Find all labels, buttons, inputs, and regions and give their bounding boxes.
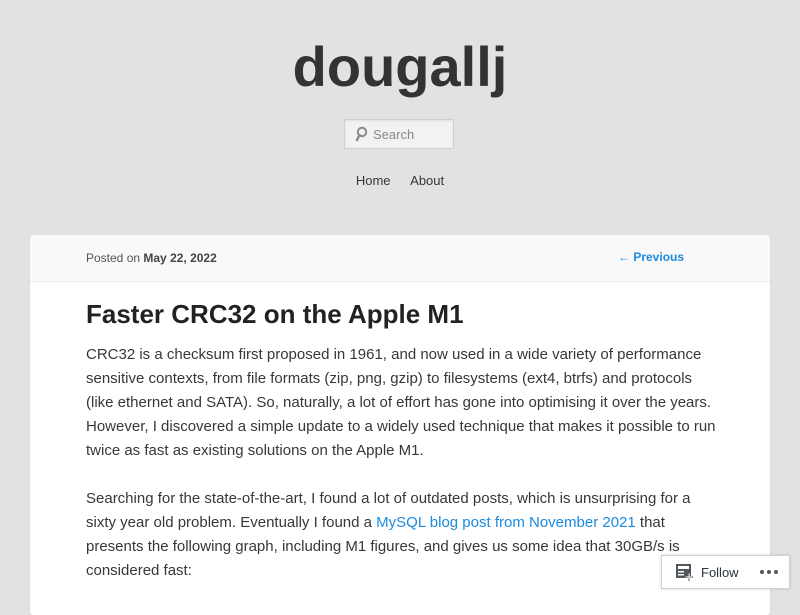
site-header: dougallj Home About bbox=[0, 0, 800, 230]
ellipsis-icon bbox=[760, 570, 778, 574]
nav-item-home[interactable]: Home bbox=[356, 173, 391, 188]
site-title[interactable]: dougallj bbox=[0, 32, 800, 102]
post-card: Posted on May 22, 2022 ← Previous Faster… bbox=[30, 235, 770, 615]
posted-on: Posted on May 22, 2022 bbox=[86, 251, 217, 265]
previous-post-link[interactable]: ← Previous bbox=[618, 250, 684, 264]
post-meta-bar: Posted on May 22, 2022 ← Previous bbox=[30, 235, 770, 282]
reader-follow-icon bbox=[676, 564, 694, 581]
main-nav: Home About bbox=[0, 173, 800, 188]
follow-button[interactable]: Follow bbox=[662, 556, 739, 588]
post-date-link[interactable]: May 22, 2022 bbox=[143, 251, 216, 265]
mysql-blog-post-link[interactable]: MySQL blog post from November 2021 bbox=[376, 514, 636, 531]
posted-on-prefix: Posted on bbox=[86, 251, 141, 265]
post-body: CRC32 is a checksum first proposed in 19… bbox=[86, 343, 716, 607]
search-input[interactable] bbox=[373, 126, 449, 142]
search-icon bbox=[355, 126, 368, 142]
follow-label: Follow bbox=[701, 564, 739, 580]
nav-item-about[interactable]: About bbox=[410, 173, 444, 188]
follow-widget: Follow bbox=[661, 555, 790, 589]
post-title: Faster CRC32 on the Apple M1 bbox=[86, 299, 464, 329]
search-box[interactable] bbox=[344, 119, 454, 149]
more-options-button[interactable] bbox=[759, 569, 779, 575]
post-paragraph-2: Searching for the state-of-the-art, I fo… bbox=[86, 487, 716, 583]
post-paragraph-1: CRC32 is a checksum first proposed in 19… bbox=[86, 346, 716, 459]
